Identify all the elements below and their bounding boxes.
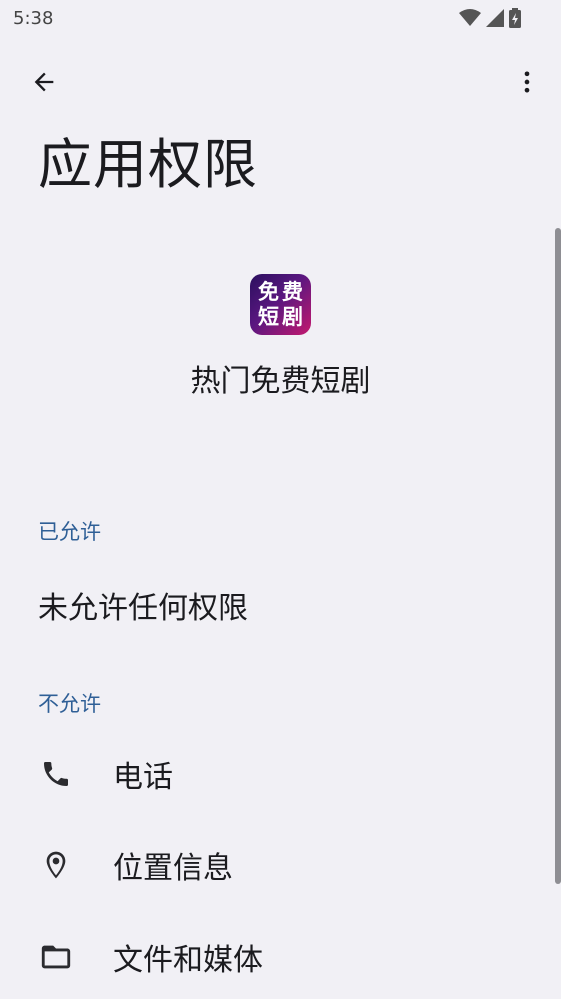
arrow-back-icon bbox=[34, 72, 54, 92]
permission-label: 电话 bbox=[113, 760, 173, 795]
scrollbar[interactable] bbox=[555, 228, 561, 884]
permission-item-phone[interactable]: 电话 bbox=[0, 731, 545, 817]
battery-icon bbox=[509, 8, 521, 32]
permission-item-files-media[interactable]: 文件和媒体 bbox=[0, 914, 545, 999]
denied-section-header: 不允许 bbox=[38, 692, 101, 716]
status-bar: 5:38 bbox=[0, 0, 561, 38]
allowed-section-header: 已允许 bbox=[38, 520, 101, 544]
app-icon-char: 剧 bbox=[282, 305, 303, 330]
app-icon-char: 短 bbox=[258, 305, 279, 330]
permission-label: 位置信息 bbox=[113, 851, 233, 886]
status-time: 5:38 bbox=[13, 8, 54, 29]
permission-item-location[interactable]: 位置信息 bbox=[0, 822, 545, 908]
app-icon: 免 费 短 剧 bbox=[250, 274, 311, 335]
folder-icon bbox=[38, 939, 74, 975]
signal-icon bbox=[486, 9, 504, 31]
app-permissions-screen: 5:38 应用权限 免 费 短 剧 热门免费短剧 已允许 未允许任何权限 不允许… bbox=[0, 0, 561, 999]
back-button[interactable] bbox=[22, 60, 66, 104]
app-icon-char: 费 bbox=[282, 279, 303, 304]
permission-label: 文件和媒体 bbox=[113, 943, 263, 978]
app-name: 热门免费短剧 bbox=[190, 364, 371, 399]
status-icons bbox=[459, 8, 521, 32]
phone-icon bbox=[38, 756, 74, 792]
app-icon-char: 免 bbox=[258, 279, 279, 304]
more-options-button[interactable] bbox=[505, 60, 549, 104]
more-vert-icon bbox=[524, 71, 530, 93]
location-icon bbox=[38, 847, 74, 883]
no-permissions-allowed-text: 未允许任何权限 bbox=[38, 591, 248, 626]
page-title: 应用权限 bbox=[38, 133, 258, 196]
wifi-icon bbox=[459, 9, 481, 31]
